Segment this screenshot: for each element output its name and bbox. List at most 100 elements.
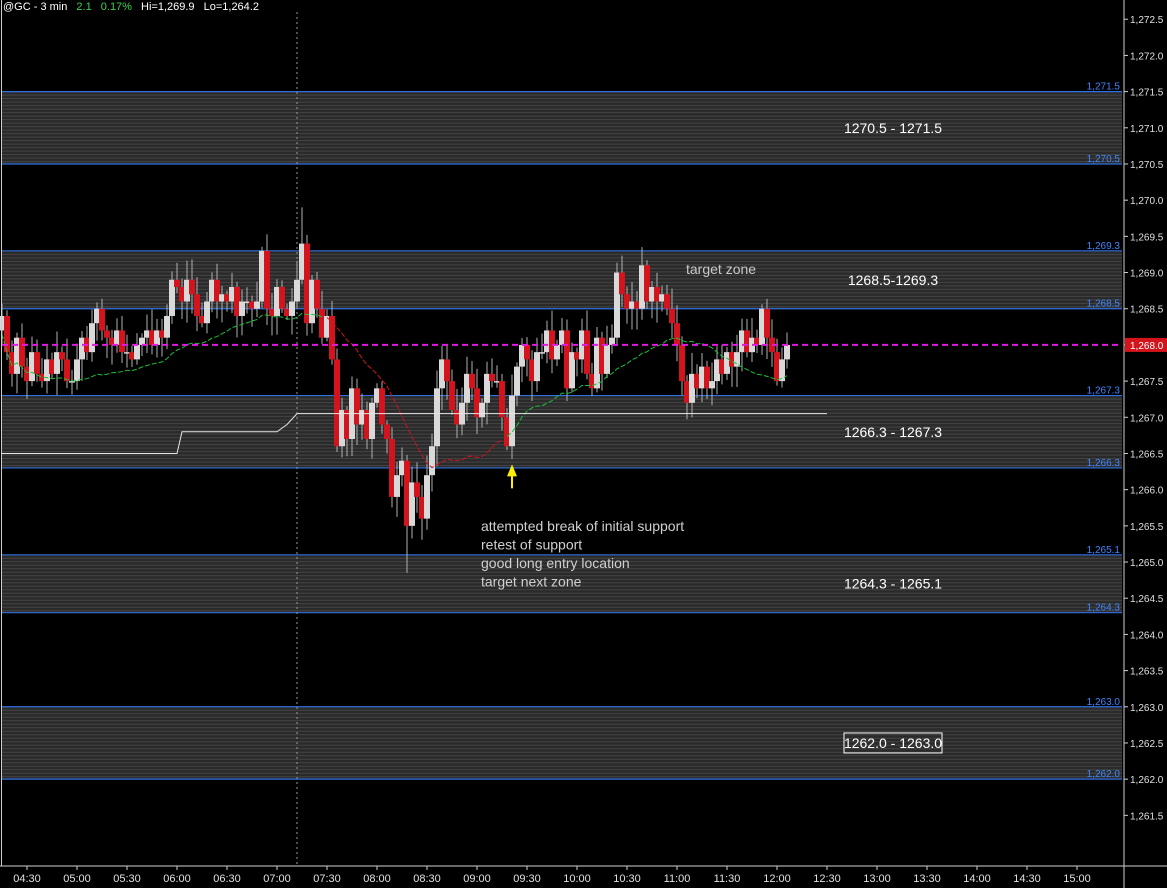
x-tick-label: 07:00 [263, 873, 291, 885]
candle-down [444, 359, 450, 382]
annotation-note: target next zone [481, 574, 582, 590]
y-tick-label: 1,266.5 [1130, 449, 1164, 460]
candle-down [119, 330, 125, 353]
candle-up [609, 337, 615, 345]
x-tick-label: 15:00 [1063, 873, 1091, 885]
x-tick-label: 05:30 [113, 873, 141, 885]
candle-down [194, 294, 200, 316]
candle-up [479, 402, 485, 418]
candle-up [239, 301, 245, 316]
x-tick-label: 09:00 [463, 873, 491, 885]
zone-high-label: 1,265.1 [1087, 545, 1121, 556]
candle-down [679, 344, 685, 382]
candle-down [469, 373, 475, 389]
candle-up [139, 337, 145, 345]
candle-up [709, 381, 715, 389]
y-tick-label: 1,265.5 [1130, 522, 1164, 533]
candle-down [264, 250, 270, 309]
y-tick-label: 1,271.5 [1130, 88, 1164, 99]
candle-down [329, 315, 335, 360]
candle-up [134, 344, 140, 360]
candle-down [384, 424, 390, 439]
candle-down [314, 279, 320, 309]
zone-low-label: 1,268.5 [1087, 299, 1121, 310]
candle-up [394, 475, 400, 497]
price-chart[interactable]: 1,271.5 1,270.5 1270.5 - 1271.5 1,269.3 1,26… [0, 0, 1167, 888]
x-tick-label: 10:00 [563, 873, 591, 885]
percent-change: 0.17% [100, 1, 132, 13]
x-tick-label: 06:00 [163, 873, 191, 885]
candle-down [189, 279, 195, 295]
y-tick-label: 1,271.0 [1130, 124, 1164, 135]
x-tick-label: 08:00 [363, 873, 391, 885]
x-tick-label: 08:30 [413, 873, 441, 885]
x-tick-label: 14:00 [963, 873, 991, 885]
y-tick-label: 1,266.0 [1130, 486, 1164, 497]
candle-up [509, 395, 515, 447]
candle-up [784, 344, 790, 360]
candle-up [554, 344, 560, 360]
y-tick-label: 1,267.0 [1130, 413, 1164, 424]
y-tick-label: 1,261.5 [1130, 811, 1164, 822]
zone-low-label: 1,262.0 [1087, 769, 1121, 780]
y-tick-label: 1,262.5 [1130, 739, 1164, 750]
candle-down [664, 294, 670, 309]
session-high: Hi=1,269.9 [141, 1, 195, 13]
candle-up [539, 352, 545, 354]
annotation-target-zone: target zone [686, 261, 756, 277]
candle-up [534, 352, 540, 382]
x-tick-label: 07:30 [313, 873, 341, 885]
candle-down [584, 330, 590, 374]
zone-high-label: 1,267.3 [1087, 386, 1121, 397]
x-tick-label: 04:30 [13, 873, 41, 885]
candle-up [734, 352, 740, 367]
zone-high-label: 1,271.5 [1087, 82, 1121, 93]
y-tick-label: 1,263.5 [1130, 667, 1164, 678]
y-tick-label: 1,264.5 [1130, 594, 1164, 605]
zone-range-label: 1266.3 - 1267.3 [844, 424, 942, 440]
annotation-note: attempted break of initial support [481, 518, 684, 534]
candle-down [174, 279, 180, 288]
y-tick-label: 1,265.0 [1130, 558, 1164, 569]
y-tick-label: 1,268.5 [1130, 305, 1164, 316]
candle-down [279, 287, 285, 309]
y-tick-label: 1,270.5 [1130, 160, 1164, 171]
candle-down [764, 308, 770, 338]
x-tick-label: 06:30 [213, 873, 241, 885]
symbol-label: @GC - 3 min [3, 1, 68, 13]
candle-up [164, 315, 170, 338]
y-tick-label: 1,267.5 [1130, 377, 1164, 388]
candle-down [19, 337, 25, 367]
candle-down [64, 359, 70, 382]
zone-low-label: 1,270.5 [1087, 154, 1121, 165]
candle-up [89, 323, 95, 353]
x-tick-label: 10:30 [613, 873, 641, 885]
candle-up [289, 301, 295, 316]
x-tick-label: 12:30 [813, 873, 841, 885]
zone-range-label: 1270.5 - 1271.5 [844, 120, 942, 136]
y-tick-label: 1,272.0 [1130, 51, 1164, 62]
candle-down [59, 352, 65, 360]
chart-header: @GC - 3 min 2.1 0.17% Hi=1,269.9 Lo=1,26… [3, 1, 265, 13]
y-tick-label: 1,263.0 [1130, 703, 1164, 714]
candle-down [524, 344, 530, 360]
candle-down [669, 308, 675, 324]
session-low: Lo=1,264.2 [203, 1, 259, 13]
current-price-label: 1,268.0 [1130, 341, 1164, 352]
zone-high-label: 1,269.3 [1087, 241, 1121, 252]
zone-range-label: 1264.3 - 1265.1 [844, 576, 942, 592]
candle-up [74, 359, 80, 382]
candle-up [514, 366, 520, 396]
y-tick-label: 1,262.0 [1130, 775, 1164, 786]
candle-down [414, 482, 420, 497]
candle-down [499, 381, 505, 418]
annotation-note: good long entry location [481, 555, 630, 571]
zone-range-label: 1262.0 - 1263.0 [844, 735, 942, 751]
x-tick-label: 12:00 [763, 873, 791, 885]
annotation-note: retest of support [481, 537, 582, 553]
candle-down [104, 330, 110, 338]
x-tick-label: 11:30 [714, 873, 741, 885]
candle-down [99, 308, 105, 331]
zone-high-label: 1,263.0 [1087, 697, 1121, 708]
candle-down [34, 352, 40, 374]
